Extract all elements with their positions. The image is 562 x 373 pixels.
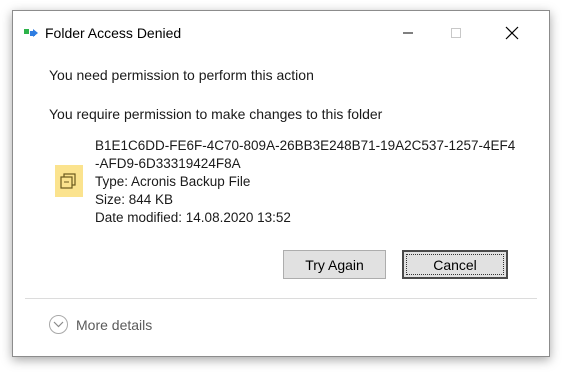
file-icon (55, 165, 83, 197)
cancel-button[interactable]: Cancel (402, 250, 508, 279)
try-again-button[interactable]: Try Again (283, 250, 386, 279)
close-button[interactable] (489, 11, 535, 55)
file-details: B1E1C6DD-FE6F-4C70-809A-26BB3E248B71-19A… (95, 137, 535, 227)
chevron-down-icon[interactable] (49, 315, 68, 334)
file-name-line-2: -AFD9-6D33319424F8A (95, 156, 241, 171)
folder-access-denied-dialog: Folder Access Denied You need permission… (12, 10, 550, 357)
file-type: Type: Acronis Backup File (95, 174, 251, 189)
close-icon (505, 26, 519, 40)
window-title: Folder Access Denied (45, 25, 182, 41)
file-name-line-1: B1E1C6DD-FE6F-4C70-809A-26BB3E248B71-19A… (95, 138, 516, 153)
minimize-icon (403, 32, 413, 34)
maximize-button (433, 11, 479, 55)
maximize-icon (451, 28, 461, 38)
secondary-message: You require permission to make changes t… (49, 106, 383, 122)
file-date-modified: Date modified: 14.08.2020 13:52 (95, 210, 291, 225)
folder-permission-icon (24, 29, 38, 37)
divider (25, 298, 537, 299)
file-size: Size: 844 KB (95, 192, 174, 207)
more-details-label: More details (76, 316, 153, 333)
more-details-toggle[interactable]: More details (49, 315, 152, 334)
title-bar[interactable]: Folder Access Denied (13, 11, 549, 55)
minimize-button[interactable] (385, 11, 431, 55)
primary-message: You need permission to perform this acti… (49, 67, 314, 83)
